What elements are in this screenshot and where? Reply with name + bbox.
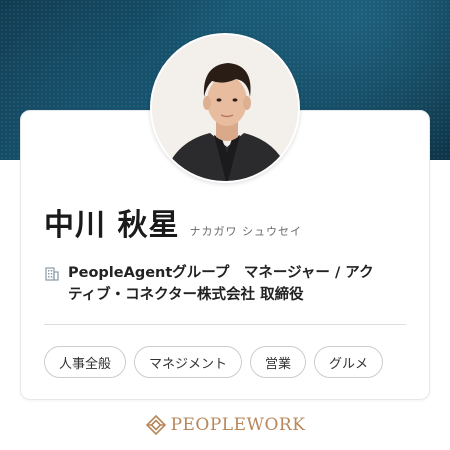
tag-list: 人事全般 マネジメント 営業 グルメ <box>44 346 384 378</box>
tag-management[interactable]: マネジメント <box>134 346 243 378</box>
tag-hr-general[interactable]: 人事全般 <box>44 346 127 378</box>
tag-gourmet[interactable]: グルメ <box>314 346 384 378</box>
brand-name: PEOPLEWORK <box>170 415 306 435</box>
job-title: PeopleAgentグループ マネージャー / アク ティブ・コネクター株式会… <box>68 262 374 306</box>
name-row: 中川 秋星 ナカガワ シュウセイ <box>44 200 302 244</box>
job-title-line-2: ティブ・コネクター株式会社 取締役 <box>68 287 304 303</box>
profile-avatar <box>150 33 300 183</box>
tag-sales[interactable]: 営業 <box>250 346 307 378</box>
profile-name: 中川 秋星 <box>44 208 180 243</box>
job-title-line-1: PeopleAgentグループ マネージャー / アク <box>68 265 374 281</box>
profile-name-kana: ナカガワ シュウセイ <box>189 225 302 238</box>
building-icon <box>45 267 59 281</box>
avatar-photo <box>152 35 298 181</box>
divider <box>44 324 406 325</box>
peoplework-logo-icon <box>145 414 166 436</box>
footer-logo[interactable]: PEOPLEWORK <box>0 414 450 436</box>
job-title-block: PeopleAgentグループ マネージャー / アク ティブ・コネクター株式会… <box>44 262 404 306</box>
